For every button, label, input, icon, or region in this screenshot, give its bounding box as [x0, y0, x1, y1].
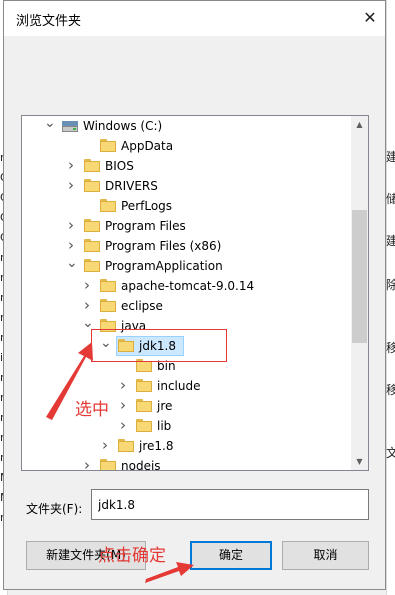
folder-icon: [100, 199, 116, 212]
tree-item[interactable]: › include: [22, 376, 352, 396]
chevron-right-icon[interactable]: ›: [118, 376, 128, 396]
tree-vertical-scrollbar[interactable]: ▲ ▼: [351, 116, 368, 470]
tree-item-label: BIOS: [105, 159, 134, 173]
tree-item[interactable]: ⌄ ProgramApplication: [22, 256, 352, 276]
folder-icon: [100, 279, 116, 292]
tree-item-label: lib: [157, 419, 172, 433]
background-text: 移: [386, 341, 395, 355]
folder-field-label: 文件夹(F):: [26, 502, 83, 516]
tree-item-label: ProgramApplication: [105, 259, 223, 273]
background-text: 除: [386, 278, 395, 292]
drive-icon: [62, 121, 78, 132]
chevron-right-icon[interactable]: ›: [82, 276, 92, 296]
background-text: 移: [386, 383, 395, 397]
close-icon: ✕: [363, 8, 377, 27]
background-text: 文: [386, 446, 395, 460]
folder-icon: [136, 419, 152, 432]
close-button[interactable]: ✕: [357, 5, 383, 31]
dialog-titlebar: 浏览文件夹 ✕: [4, 1, 385, 36]
folder-icon: [84, 179, 100, 192]
tree-item-label: apache-tomcat-9.0.14: [121, 279, 255, 293]
tree-item-label: Program Files: [105, 219, 186, 233]
background-text: 建: [386, 234, 395, 248]
tree-item[interactable]: › apache-tomcat-9.0.14: [22, 276, 352, 296]
tree-item-label: AppData: [121, 139, 174, 153]
scroll-up-arrow-icon[interactable]: ▲: [351, 116, 368, 133]
chevron-right-icon[interactable]: ›: [82, 456, 92, 470]
tree-item-label: PerfLogs: [121, 199, 173, 213]
folder-tree[interactable]: ⌄ Windows (C:) AppData › BIOS › DRIVERS PerfLog…: [21, 115, 369, 471]
chevron-right-icon[interactable]: ›: [66, 216, 76, 236]
chevron-right-icon[interactable]: ›: [66, 156, 76, 176]
tree-item[interactable]: › jre: [22, 396, 352, 416]
tree-item[interactable]: › Program Files: [22, 216, 352, 236]
tree-item[interactable]: › nodejs: [22, 456, 352, 471]
tree-item-label: Program Files (x86): [105, 239, 222, 253]
dialog-title: 浏览文件夹: [16, 14, 82, 29]
tree-item-label: eclipse: [121, 299, 163, 313]
tree-item[interactable]: › lib: [22, 416, 352, 436]
tree-item[interactable]: › Program Files (x86): [22, 236, 352, 256]
tree-item-label: nodejs: [121, 459, 161, 471]
folder-icon: [136, 379, 152, 392]
folder-icon: [118, 439, 134, 452]
folder-icon: [84, 259, 100, 272]
tree-item[interactable]: ⌄ Windows (C:): [22, 116, 352, 136]
chevron-right-icon[interactable]: ›: [82, 296, 92, 316]
tree-item[interactable]: PerfLogs: [22, 196, 352, 216]
folder-icon: [136, 399, 152, 412]
folder-icon: [84, 219, 100, 232]
chevron-right-icon[interactable]: ›: [66, 236, 76, 256]
tree-item-label: include: [157, 379, 201, 393]
chevron-right-icon[interactable]: ›: [118, 396, 128, 416]
background-text: 建: [386, 150, 395, 164]
tree-item-label: jre1.8: [139, 439, 174, 453]
folder-icon: [100, 459, 116, 470]
tree-item[interactable]: › DRIVERS: [22, 176, 352, 196]
tree-item[interactable]: › BIOS: [22, 156, 352, 176]
folder-icon: [100, 139, 116, 152]
annotation-click-ok-text: 点击确定: [98, 546, 166, 566]
tree-item-label: jre: [157, 399, 173, 413]
chevron-down-icon[interactable]: ⌄: [44, 116, 56, 136]
ok-button[interactable]: 确定: [190, 541, 272, 570]
folder-icon: [84, 159, 100, 172]
chevron-right-icon[interactable]: ›: [100, 436, 110, 456]
chevron-right-icon[interactable]: ›: [66, 176, 76, 196]
cancel-button[interactable]: 取消: [282, 541, 369, 570]
folder-icon: [100, 299, 116, 312]
chevron-down-icon[interactable]: ⌄: [66, 256, 78, 276]
tree-item[interactable]: › jre1.8: [22, 436, 352, 456]
tree-item[interactable]: › eclipse: [22, 296, 352, 316]
tree-item-label: DRIVERS: [105, 179, 158, 193]
annotation-highlight-box: [91, 329, 227, 362]
folder-name-input[interactable]: [91, 489, 369, 520]
background-text: 储: [386, 192, 395, 206]
tree-item[interactable]: AppData: [22, 136, 352, 156]
background-window-right-edge: [386, 0, 395, 595]
folder-icon: [84, 239, 100, 252]
annotation-select-text: 选中: [75, 400, 109, 420]
chevron-right-icon[interactable]: ›: [118, 416, 128, 436]
tree-item-label: Windows (C:): [83, 119, 163, 133]
scroll-down-arrow-icon[interactable]: ▼: [351, 453, 368, 470]
scroll-thumb[interactable]: [352, 210, 367, 343]
